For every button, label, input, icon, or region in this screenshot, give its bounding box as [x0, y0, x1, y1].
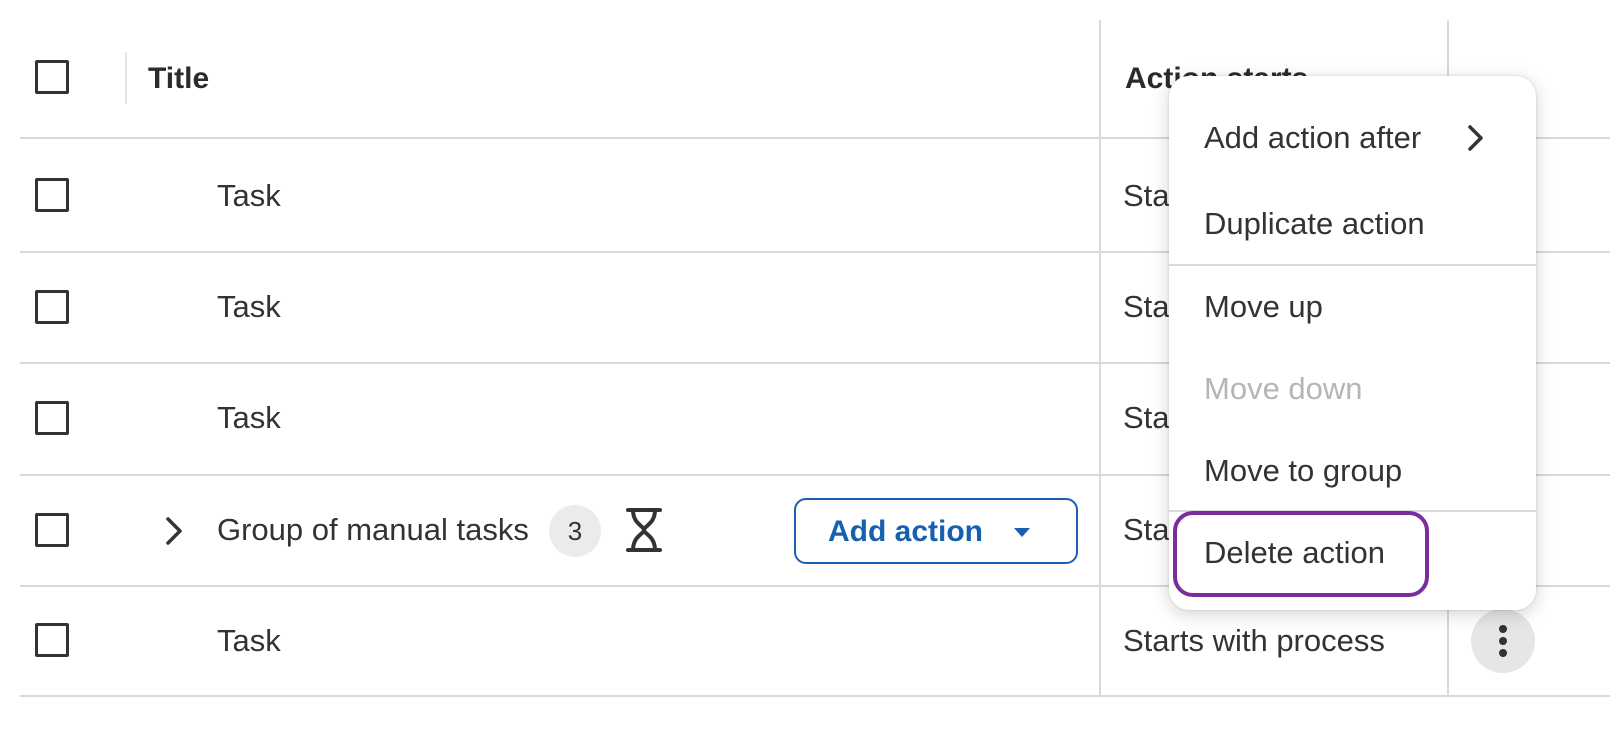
row-title[interactable]: Task	[217, 400, 281, 436]
menu-item-move-down: Move down	[1169, 351, 1536, 427]
row-checkbox[interactable]	[35, 290, 69, 324]
add-action-button[interactable]: Add action	[794, 498, 1078, 564]
menu-item-add-action-after[interactable]: Add action after	[1169, 100, 1536, 176]
group-title[interactable]: Group of manual tasks	[217, 512, 529, 548]
menu-item-move-to-group[interactable]: Move to group	[1169, 433, 1536, 509]
row-checkbox[interactable]	[35, 623, 69, 657]
row-checkbox[interactable]	[35, 401, 69, 435]
menu-item-move-up[interactable]: Move up	[1169, 269, 1536, 345]
row-title[interactable]: Task	[217, 178, 281, 214]
row-action-starts: Starts with process	[1123, 623, 1385, 658]
chevron-right-icon	[1468, 125, 1483, 151]
menu-item-label: Move up	[1204, 289, 1323, 324]
caret-down-icon	[1014, 528, 1030, 537]
kebab-dot	[1499, 637, 1507, 645]
row-title[interactable]: Task	[217, 289, 281, 325]
task-count-badge: 3	[549, 505, 601, 557]
row-actions-kebab-button[interactable]	[1471, 609, 1535, 673]
menu-item-label: Move to group	[1204, 453, 1403, 488]
column-header-title[interactable]: Title	[148, 61, 209, 97]
focus-ring	[1173, 511, 1429, 597]
hourglass-icon	[626, 508, 662, 552]
row-actions-menu: Add action after Duplicate action Move u…	[1169, 76, 1536, 610]
chevron-right-icon[interactable]	[160, 514, 188, 548]
menu-divider	[1169, 264, 1536, 266]
select-all-checkbox[interactable]	[35, 60, 69, 94]
column-divider	[1099, 20, 1101, 696]
menu-item-duplicate-action[interactable]: Duplicate action	[1169, 186, 1536, 262]
row-checkbox[interactable]	[35, 513, 69, 547]
menu-item-label: Add action after	[1204, 120, 1422, 155]
kebab-dot	[1499, 649, 1507, 657]
add-action-label: Add action	[828, 515, 983, 548]
row-checkbox[interactable]	[35, 178, 69, 212]
menu-item-label: Move down	[1204, 371, 1363, 406]
kebab-dot	[1499, 625, 1507, 633]
header-divider	[125, 52, 127, 104]
row-title[interactable]: Task	[217, 623, 281, 659]
menu-item-label: Duplicate action	[1204, 206, 1425, 241]
